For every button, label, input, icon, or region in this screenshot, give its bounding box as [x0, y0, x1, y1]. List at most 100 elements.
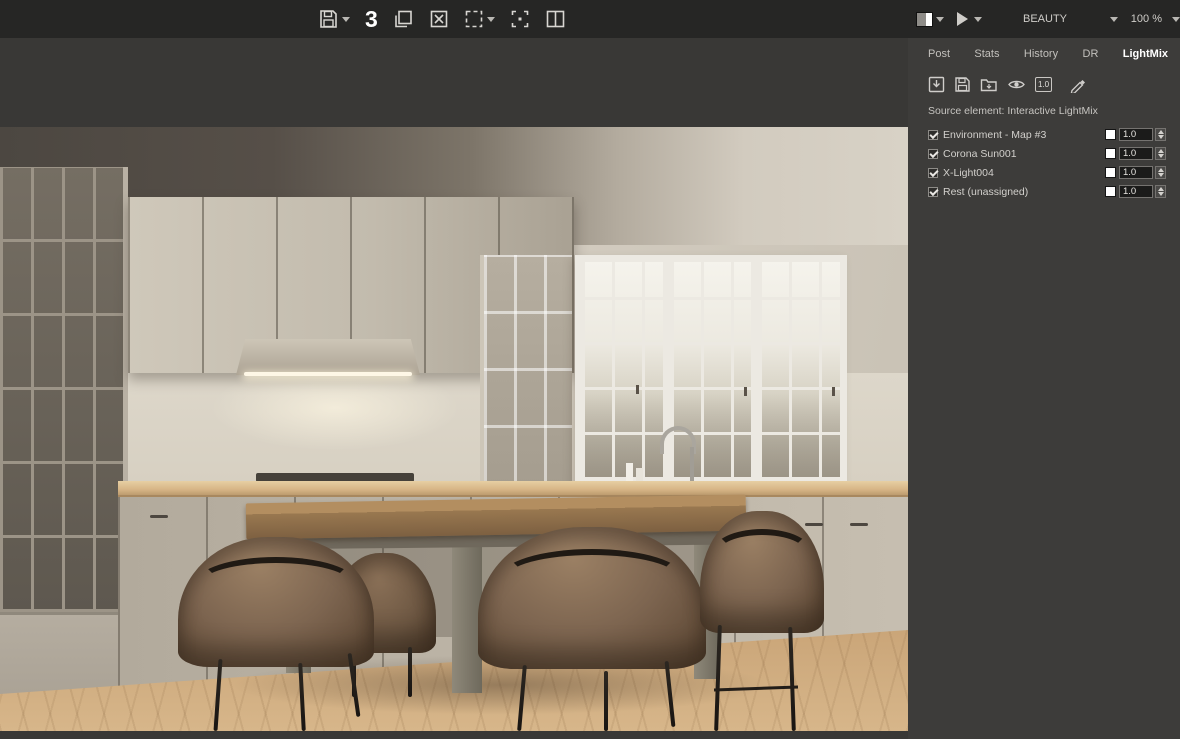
visibility-icon	[1008, 80, 1025, 89]
cabinet-handles	[150, 515, 168, 518]
render-viewport[interactable]	[0, 38, 908, 739]
lightmix-toolbar: 1.0	[908, 60, 1180, 93]
fit-view-icon	[511, 10, 529, 28]
render-image	[0, 127, 908, 731]
play-dropdown-caret[interactable]	[974, 16, 982, 22]
layer-intensity-spinner[interactable]	[1155, 128, 1166, 141]
save-lightmix-button[interactable]	[954, 76, 971, 93]
spinner-down-icon[interactable]	[1157, 135, 1164, 139]
kitchen-hood-light-glow	[210, 365, 460, 451]
layer-name: X-Light004	[943, 166, 994, 179]
clear-icon	[430, 10, 448, 28]
lightmix-layer-row: Environment - Map #3 1.0	[908, 125, 1180, 144]
spinner-up-icon[interactable]	[1157, 130, 1164, 134]
layer-name: Rest (unassigned)	[943, 185, 1029, 198]
layer-checkbox[interactable]	[928, 129, 938, 140]
layer-color-swatch[interactable]	[1105, 148, 1116, 159]
save-lightmix-icon	[955, 77, 970, 92]
kitchen-window	[575, 255, 847, 487]
chair-trim	[500, 549, 684, 607]
fit-view-button[interactable]	[510, 9, 530, 29]
reset-values-badge: 1.0	[1037, 80, 1050, 89]
region-render-button[interactable]	[464, 9, 495, 29]
reset-values-button[interactable]: 1.0	[1035, 77, 1052, 92]
layer-intensity-input[interactable]: 1.0	[1119, 185, 1153, 198]
spinner-up-icon[interactable]	[1157, 187, 1164, 191]
spinner-down-icon[interactable]	[1157, 154, 1164, 158]
panel-tabs: Post Stats History DR LightMix	[908, 38, 1180, 60]
save-dropdown-caret[interactable]	[342, 16, 350, 22]
counter-items	[626, 463, 633, 483]
side-panel: Post Stats History DR LightMix 1.0 Sourc…	[908, 38, 1180, 739]
layer-intensity-input[interactable]: 1.0	[1119, 147, 1153, 160]
lightmix-layer-list: Environment - Map #3 1.0 Corona Sun001 1…	[908, 117, 1180, 201]
color-swatch-button[interactable]	[916, 11, 944, 27]
chair-leg	[604, 671, 608, 731]
lightmix-layer-row: Corona Sun001 1.0	[908, 144, 1180, 163]
lightmix-layer-row: X-Light004 1.0	[908, 163, 1180, 182]
history-count: 3	[365, 6, 378, 32]
layer-checkbox[interactable]	[928, 186, 938, 197]
spinner-up-icon[interactable]	[1157, 149, 1164, 153]
tab-dr[interactable]: DR	[1083, 48, 1099, 60]
clear-button[interactable]	[429, 9, 449, 29]
toolbar-center-group: 3	[318, 0, 566, 38]
layer-color-swatch[interactable]	[1105, 167, 1116, 178]
render-play-icon[interactable]	[957, 12, 968, 26]
compare-icon	[546, 10, 565, 28]
window-pane-right	[759, 262, 841, 480]
duplicate-button[interactable]	[393, 9, 414, 29]
kitchen-countertop	[118, 481, 908, 497]
tab-post[interactable]: Post	[928, 48, 950, 60]
tab-lightmix[interactable]: LightMix	[1123, 48, 1168, 60]
duplicate-icon	[394, 10, 412, 28]
color-swatch	[916, 11, 933, 27]
kitchen-faucet-stem	[690, 447, 694, 483]
zoom-value: 100 %	[1130, 13, 1162, 25]
layer-name: Corona Sun001	[943, 147, 1017, 160]
save-button[interactable]	[318, 9, 350, 29]
lightmix-layer-row: Rest (unassigned) 1.0	[908, 182, 1180, 201]
compare-button[interactable]	[545, 9, 566, 29]
top-toolbar: 3 BEAUTY 100 %	[0, 0, 1180, 38]
layer-intensity-spinner[interactable]	[1155, 147, 1166, 160]
chair-leg	[408, 647, 412, 697]
layer-color-swatch[interactable]	[1105, 186, 1116, 197]
layer-intensity-input[interactable]: 1.0	[1119, 166, 1153, 179]
layer-intensity-spinner[interactable]	[1155, 185, 1166, 198]
spinner-down-icon[interactable]	[1157, 173, 1164, 177]
tab-stats[interactable]: Stats	[974, 48, 999, 60]
layer-intensity-spinner[interactable]	[1155, 166, 1166, 179]
spinner-down-icon[interactable]	[1157, 192, 1164, 196]
window-mullions	[759, 262, 841, 480]
spinner-up-icon[interactable]	[1157, 168, 1164, 172]
save-icon	[320, 10, 337, 28]
chair-trim	[196, 557, 356, 609]
layer-checkbox[interactable]	[928, 148, 938, 159]
render-element-select[interactable]: BEAUTY	[1023, 13, 1118, 25]
layer-checkbox[interactable]	[928, 167, 938, 178]
region-dropdown-caret[interactable]	[486, 16, 495, 22]
kitchen-left-glass-cabinet	[0, 167, 128, 612]
kitchen-hood-light-strip	[244, 372, 412, 376]
layer-name: Environment - Map #3	[943, 128, 1047, 141]
layer-color-swatch[interactable]	[1105, 129, 1116, 140]
toolbar-right-group: BEAUTY 100 %	[912, 0, 1180, 38]
save-to-file-button[interactable]	[928, 76, 945, 93]
corona-vfb-window: 3 BEAUTY 100 % Post Stats History DR Lig…	[0, 0, 1180, 739]
layer-intensity-input[interactable]: 1.0	[1119, 128, 1153, 141]
kitchen-tall-glass-cabinet	[480, 255, 572, 485]
pick-light-button[interactable]	[1069, 76, 1087, 93]
visibility-button[interactable]	[1007, 76, 1026, 93]
tab-history[interactable]: History	[1024, 48, 1058, 60]
swatch-dropdown-caret[interactable]	[936, 16, 944, 22]
zoom-caret	[1172, 16, 1180, 22]
chair-trim	[712, 529, 812, 577]
source-element-label: Source element: Interactive LightMix	[928, 105, 1098, 117]
load-lightmix-icon	[980, 79, 997, 92]
render-element-value: BEAUTY	[1023, 13, 1068, 25]
zoom-select[interactable]: 100 %	[1131, 13, 1180, 25]
window-handles	[636, 385, 639, 394]
render-element-caret	[1109, 16, 1118, 22]
load-lightmix-button[interactable]	[980, 76, 998, 93]
